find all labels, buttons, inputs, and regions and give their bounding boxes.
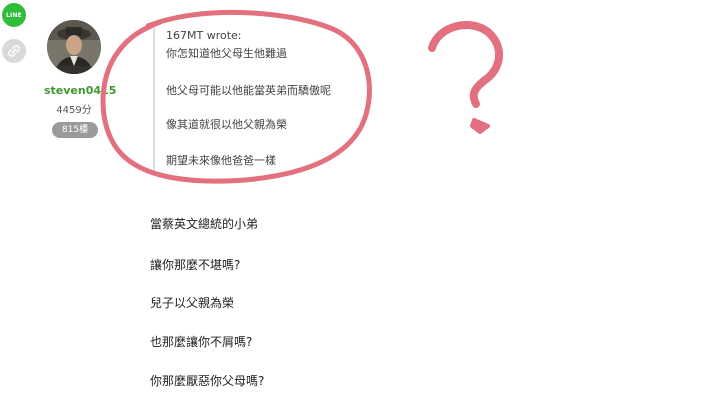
quote-line: 他父母可能以他能當英弟而驕傲呢	[166, 84, 331, 97]
copy-link-button[interactable]	[2, 39, 26, 63]
quote-line: 你怎知道他父母生他難過	[166, 47, 287, 60]
line-share-button[interactable]: LINE	[2, 3, 26, 27]
post-line: 也那麼讓你不屑嗎?	[150, 335, 253, 349]
quote-line: 像其道就很以他父親為榮	[166, 118, 287, 131]
quote-header: 167MT wrote:	[166, 29, 242, 42]
link-icon	[8, 45, 20, 57]
quote-block: 167MT wrote: 你怎知道他父母生他難過 他父母可能以他能當英弟而驕傲呢…	[153, 28, 373, 170]
quote-line: 期望未來像他爸爸一樣	[166, 154, 276, 167]
author-username[interactable]: steven0415	[44, 84, 116, 97]
post-line: 兒子以父親為榮	[150, 296, 235, 310]
avatar[interactable]	[47, 20, 101, 74]
post-line: 你那麼厭惡你父母嗎?	[150, 374, 265, 388]
post-line: 讓你那麼不堪嗎?	[150, 258, 241, 272]
avatar-image	[47, 20, 101, 74]
floor-badge[interactable]: 815樓	[52, 122, 98, 138]
line-share-label: LINE	[6, 11, 22, 19]
author-points: 4459分	[56, 105, 92, 116]
post-line: 當蔡英文總統的小弟	[150, 217, 259, 231]
